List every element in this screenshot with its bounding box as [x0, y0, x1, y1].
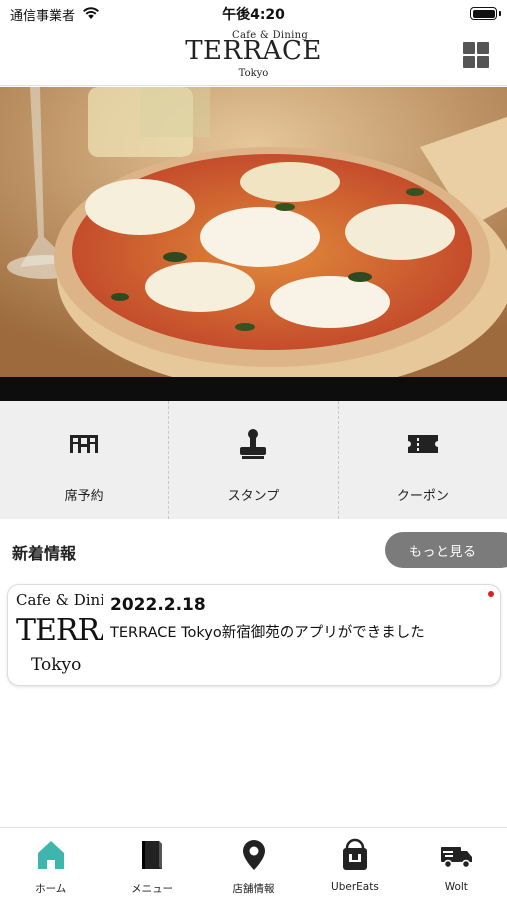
news-card[interactable]: Cafe & Dining TERRACE Tokyo 2022.2.18 TE… [7, 584, 501, 686]
quick-label-coupon: クーポン [396, 489, 449, 504]
quick-label-stamp: スタンプ [227, 489, 280, 504]
delivery-truck-icon [439, 838, 473, 872]
tab-store-info[interactable]: 店舗情報 [203, 828, 304, 900]
tab-home[interactable]: ホーム [0, 828, 101, 900]
coupon-icon [406, 427, 440, 461]
quick-item-reservation[interactable]: 席予約 [0, 401, 170, 519]
grid-menu-icon[interactable] [463, 42, 489, 68]
tab-label-home: ホーム [35, 883, 67, 895]
status-time: 午後4:20 [222, 7, 285, 23]
more-button[interactable]: もっと見る [385, 532, 507, 568]
quick-item-coupon[interactable]: クーポン [339, 401, 507, 519]
logo-title: TERRACE [185, 36, 322, 66]
unread-dot [488, 591, 494, 597]
tab-wolt[interactable]: Wolt [406, 828, 507, 900]
news-text: TERRACE Tokyo新宿御苑のアプリができました [110, 625, 425, 641]
hero-pizza-image [0, 87, 507, 378]
thumb-subtitle: Cafe & Dining [16, 591, 103, 609]
tab-label-ubereats: UberEats [331, 881, 379, 893]
hero-bottom-band [0, 377, 507, 401]
quick-menu: 席予約 スタンプ クーポン [0, 401, 507, 519]
ubereats-bag-icon [338, 838, 372, 872]
app-header: Cafe & Dining TERRACE Tokyo [0, 28, 507, 86]
news-section-title: 新着情報 [12, 544, 77, 563]
logo-city: Tokyo [238, 68, 269, 79]
thumb-title: TERRACE [16, 613, 103, 648]
quick-label-reservation: 席予約 [64, 489, 104, 504]
battery-icon [470, 7, 497, 20]
table-reservation-icon [67, 427, 101, 461]
news-date: 2022.2.18 [110, 595, 206, 615]
tab-label-store-info: 店舗情報 [232, 883, 275, 895]
news-thumbnail: Cafe & Dining TERRACE Tokyo [8, 585, 103, 685]
quick-item-stamp[interactable]: スタンプ [169, 401, 339, 519]
tab-bar: ホーム メニュー 店舗情報 UberEats Wolt [0, 827, 507, 900]
tab-menu[interactable]: メニュー [101, 828, 202, 900]
home-icon [34, 838, 68, 872]
tab-label-menu: メニュー [131, 883, 174, 895]
status-bar: 通信事業者 午後4:20 [0, 0, 507, 28]
stamp-icon [236, 427, 270, 461]
thumb-city: Tokyo [31, 655, 82, 675]
tab-label-wolt: Wolt [444, 881, 468, 893]
tab-ubereats[interactable]: UberEats [304, 828, 405, 900]
location-pin-icon [237, 838, 271, 872]
menu-book-icon [135, 838, 169, 872]
